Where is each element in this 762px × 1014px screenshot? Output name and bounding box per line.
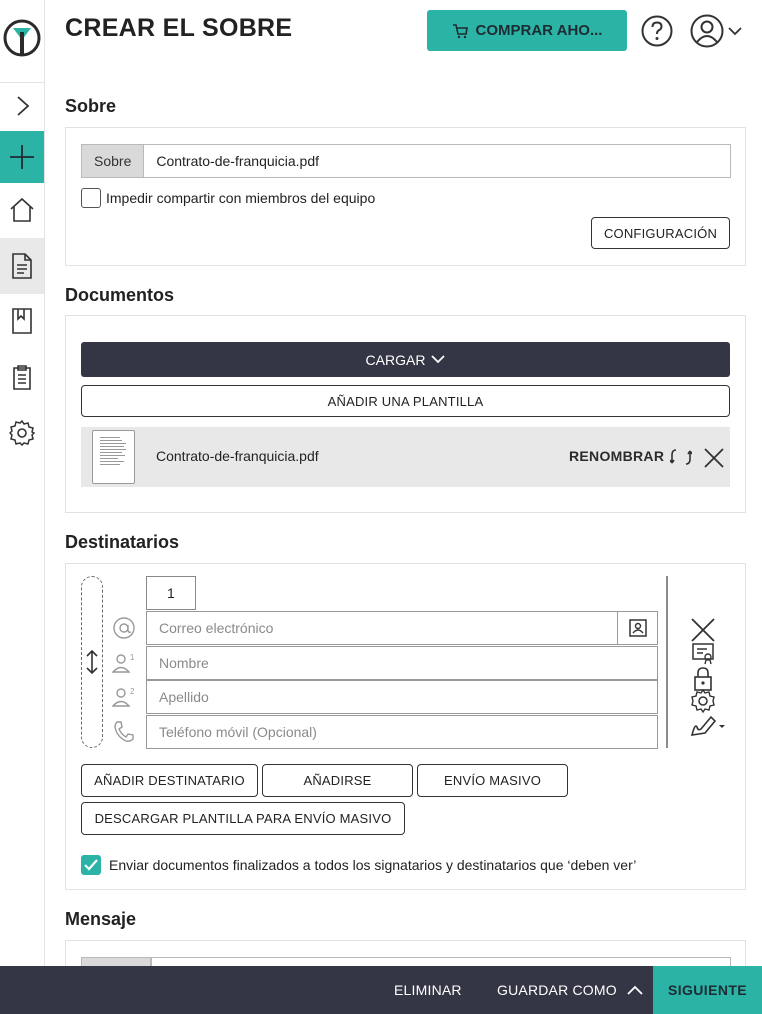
gear-icon[interactable] bbox=[689, 688, 717, 714]
signature-dropdown-icon[interactable] bbox=[689, 713, 727, 739]
send-finished-checkbox[interactable] bbox=[81, 855, 101, 875]
plus-icon bbox=[10, 145, 34, 169]
recipients-panel: 1 Correo electrónico 1 Nombre 2 Apellido… bbox=[65, 563, 746, 890]
document-name: Contrato-de-franquicia.pdf bbox=[156, 448, 319, 464]
no-share-checkbox[interactable] bbox=[81, 188, 101, 208]
envelope-name-label: Sobre bbox=[82, 145, 145, 177]
svg-text:1: 1 bbox=[130, 653, 135, 662]
buy-now-button[interactable]: COMPRAR AHO... bbox=[427, 10, 627, 51]
close-icon[interactable] bbox=[689, 616, 717, 644]
add-self-button[interactable]: AÑADIRSE bbox=[262, 764, 413, 797]
envelope-name-field: Sobre Contrato-de-franquicia.pdf bbox=[81, 144, 731, 178]
help-button[interactable] bbox=[641, 15, 673, 47]
person-last-icon: 2 bbox=[112, 687, 135, 707]
document-icon bbox=[12, 253, 32, 279]
save-as-button[interactable]: GUARDAR COMO bbox=[497, 966, 643, 1014]
envelope-panel: Sobre Contrato-de-franquicia.pdf Impedir… bbox=[65, 127, 746, 266]
sidebar-item-templates[interactable] bbox=[0, 295, 44, 347]
help-icon bbox=[641, 15, 673, 47]
at-sign-icon bbox=[113, 617, 135, 639]
upload-label: CARGAR bbox=[365, 351, 426, 368]
add-recipient-button[interactable]: AÑADIR DESTINATARIO bbox=[81, 764, 258, 797]
buy-now-label: COMPRAR AHO... bbox=[475, 22, 603, 39]
check-icon bbox=[84, 859, 98, 871]
documents-panel: CARGAR AÑADIR UNA PLANTILLA Contrato-de-… bbox=[65, 315, 746, 513]
avatar-icon bbox=[690, 14, 724, 48]
delete-button[interactable]: ELIMINAR bbox=[394, 966, 462, 1014]
documents-section-title: Documentos bbox=[65, 285, 175, 305]
upload-button[interactable]: CARGAR bbox=[81, 342, 730, 377]
download-bulk-template-button[interactable]: DESCARGAR PLANTILLA PARA ENVÍO MASIVO bbox=[81, 802, 405, 835]
document-thumbnail[interactable] bbox=[92, 430, 135, 484]
contacts-icon bbox=[628, 619, 647, 637]
envelope-section-title: Sobre bbox=[65, 96, 117, 116]
gear-icon bbox=[9, 420, 35, 446]
app-logo[interactable] bbox=[2, 18, 42, 58]
close-icon[interactable] bbox=[703, 447, 725, 469]
footer-bar: ELIMINAR GUARDAR COMO SIGUIENTE bbox=[0, 966, 762, 1014]
chevron-down-icon bbox=[728, 27, 742, 36]
configuration-button[interactable]: CONFIGURACIÓN bbox=[591, 217, 730, 249]
envelope-name-input[interactable]: Contrato-de-franquicia.pdf bbox=[144, 145, 730, 177]
bulk-send-button[interactable]: ENVÍO MASIVO bbox=[417, 764, 568, 797]
sidebar-expand-button[interactable] bbox=[0, 80, 44, 132]
next-button[interactable]: SIGUIENTE bbox=[653, 966, 762, 1014]
recipient-phone-input[interactable]: Teléfono móvil (Opcional) bbox=[146, 715, 658, 749]
recipient-order-input[interactable]: 1 bbox=[146, 576, 196, 610]
user-menu-button[interactable] bbox=[690, 14, 746, 48]
recipient-first-name-input[interactable]: Nombre bbox=[146, 646, 658, 680]
add-template-button[interactable]: AÑADIR UNA PLANTILLA bbox=[81, 385, 730, 417]
message-section-title: Mensaje bbox=[65, 909, 137, 929]
certificate-icon[interactable] bbox=[689, 642, 717, 666]
no-share-label: Impedir compartir con miembros del equip… bbox=[106, 190, 376, 206]
recipient-divider bbox=[666, 576, 668, 748]
send-finished-label: Enviar documentos finalizados a todos lo… bbox=[109, 857, 637, 873]
sidebar-item-documents[interactable] bbox=[0, 238, 44, 294]
recipient-last-name-input[interactable]: Apellido bbox=[146, 680, 658, 714]
replace-icon[interactable] bbox=[670, 446, 692, 468]
chevron-down-icon bbox=[431, 355, 446, 364]
sidebar-item-home[interactable] bbox=[0, 184, 44, 236]
sidebar-item-reports[interactable] bbox=[0, 351, 44, 403]
sidebar-new-button[interactable] bbox=[0, 131, 44, 183]
recipient-drag-handle[interactable] bbox=[81, 576, 103, 748]
svg-text:2: 2 bbox=[130, 687, 135, 696]
drag-vertical-icon bbox=[86, 650, 98, 674]
recipients-section-title: Destinatarios bbox=[65, 532, 180, 552]
phone-icon bbox=[114, 721, 134, 742]
chevron-right-icon bbox=[17, 96, 30, 116]
page-title: CREAR EL SOBRE bbox=[65, 14, 293, 42]
save-as-label: GUARDAR COMO bbox=[497, 982, 617, 998]
cart-icon bbox=[452, 23, 468, 38]
clipboard-icon bbox=[13, 365, 31, 390]
rename-button[interactable]: RENOMBRAR bbox=[569, 448, 664, 464]
recipient-email-input[interactable]: Correo electrónico bbox=[146, 611, 618, 645]
sidebar bbox=[0, 0, 45, 966]
chevron-up-icon bbox=[627, 985, 643, 995]
sidebar-item-settings[interactable] bbox=[0, 407, 44, 459]
person-first-icon: 1 bbox=[112, 653, 135, 673]
bookmark-document-icon bbox=[12, 308, 32, 334]
home-icon bbox=[10, 197, 34, 222]
document-row: Contrato-de-franquicia.pdf RENOMBRAR bbox=[81, 427, 730, 487]
contacts-button[interactable] bbox=[617, 611, 658, 645]
